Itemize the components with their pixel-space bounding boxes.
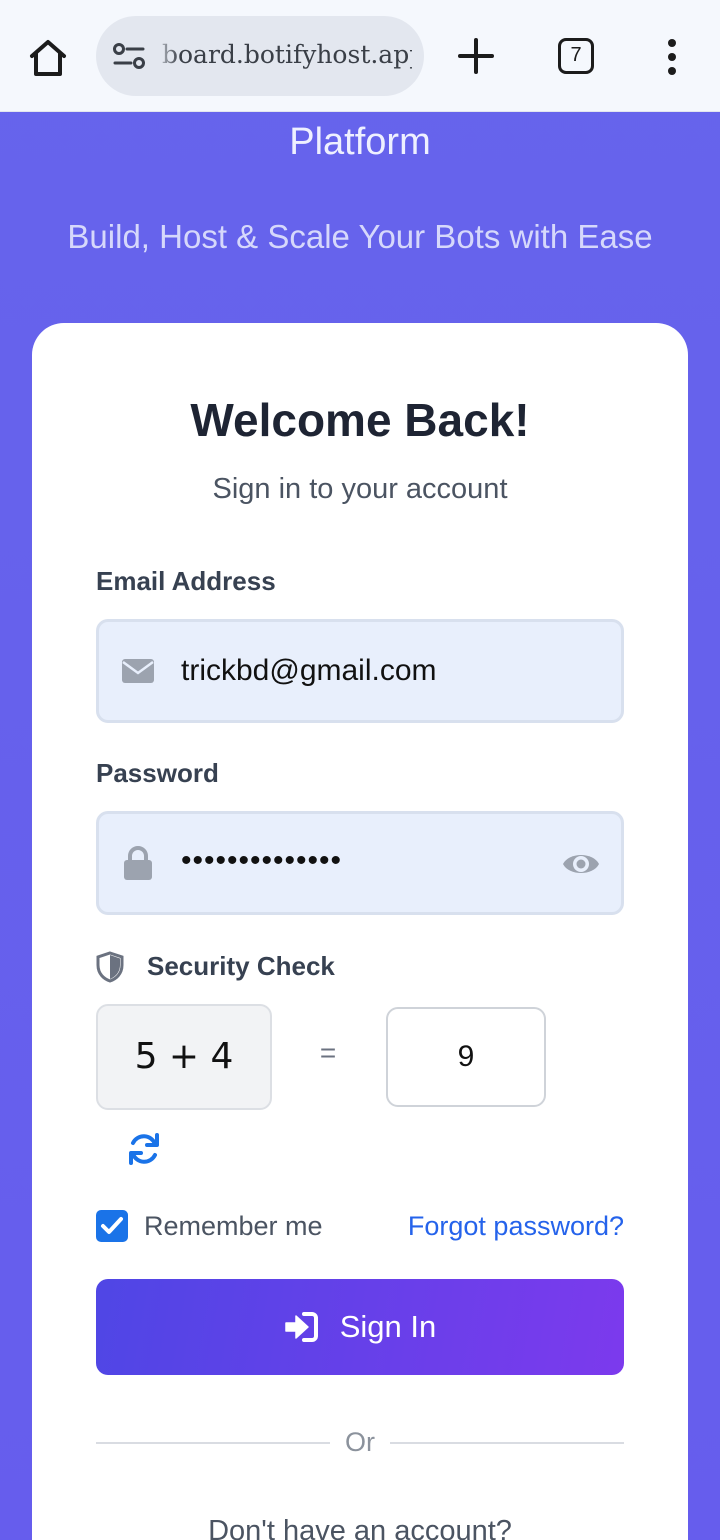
security-check-header: Security Check — [96, 949, 496, 989]
envelope-icon — [121, 654, 155, 688]
more-vert-icon[interactable] — [660, 38, 684, 76]
email-field[interactable]: trickbd@gmail.com — [96, 619, 624, 723]
sign-in-icon — [284, 1312, 318, 1342]
sign-in-label: Sign In — [339, 1309, 437, 1344]
forgot-password-link[interactable]: Forgot password? — [408, 1211, 624, 1242]
equals-sign: = — [319, 1037, 337, 1068]
remember-row: Remember me Forgot password? — [96, 1210, 624, 1244]
password-field[interactable]: •••••••••••••• — [96, 811, 624, 915]
remember-me-checkbox[interactable] — [96, 1210, 128, 1242]
home-icon[interactable] — [24, 34, 72, 82]
login-subtitle: Sign in to your account — [212, 473, 508, 505]
eye-icon[interactable] — [561, 846, 601, 882]
email-label: Email Address — [96, 566, 276, 596]
hero-title-container: Professional Telegram Bot Hosting Platfo… — [0, 112, 720, 202]
captcha-question: 5 + 4 — [96, 1004, 272, 1110]
or-divider: Or — [96, 1423, 624, 1463]
password-value[interactable]: •••••••••••••• — [181, 844, 342, 878]
hero-title: Professional Telegram Bot Hosting Platfo… — [289, 121, 431, 163]
hero-subtitle: Build, Host & Scale Your Bots with Ease — [67, 218, 653, 255]
browser-toolbar: board.botifyhost.app 7 — [0, 0, 720, 112]
divider-line-right — [390, 1442, 624, 1444]
sign-in-button[interactable]: Sign In — [96, 1279, 624, 1375]
sign-in-button-content: Sign In — [96, 1279, 624, 1375]
login-title: Welcome Back! — [190, 394, 530, 446]
plus-icon[interactable] — [456, 36, 496, 76]
remember-me-label[interactable]: Remember me — [144, 1211, 323, 1242]
lock-icon — [121, 846, 155, 880]
signup-prompt: Don't have an account? — [208, 1515, 512, 1540]
password-label: Password — [96, 758, 219, 788]
security-check-label: Security Check — [147, 951, 335, 981]
site-info-icon[interactable] — [112, 42, 146, 70]
tab-switcher-button[interactable]: 7 — [558, 38, 594, 74]
login-card: Welcome Back! Sign in to your account Em… — [32, 323, 688, 1540]
address-bar[interactable]: board.botifyhost.app — [96, 16, 424, 96]
shield-icon — [96, 951, 124, 983]
captcha-answer-input[interactable]: 9 — [386, 1007, 546, 1107]
refresh-icon[interactable] — [126, 1131, 162, 1167]
email-value[interactable]: trickbd@gmail.com — [181, 654, 437, 688]
url-text[interactable]: board.botifyhost.app — [162, 40, 412, 74]
